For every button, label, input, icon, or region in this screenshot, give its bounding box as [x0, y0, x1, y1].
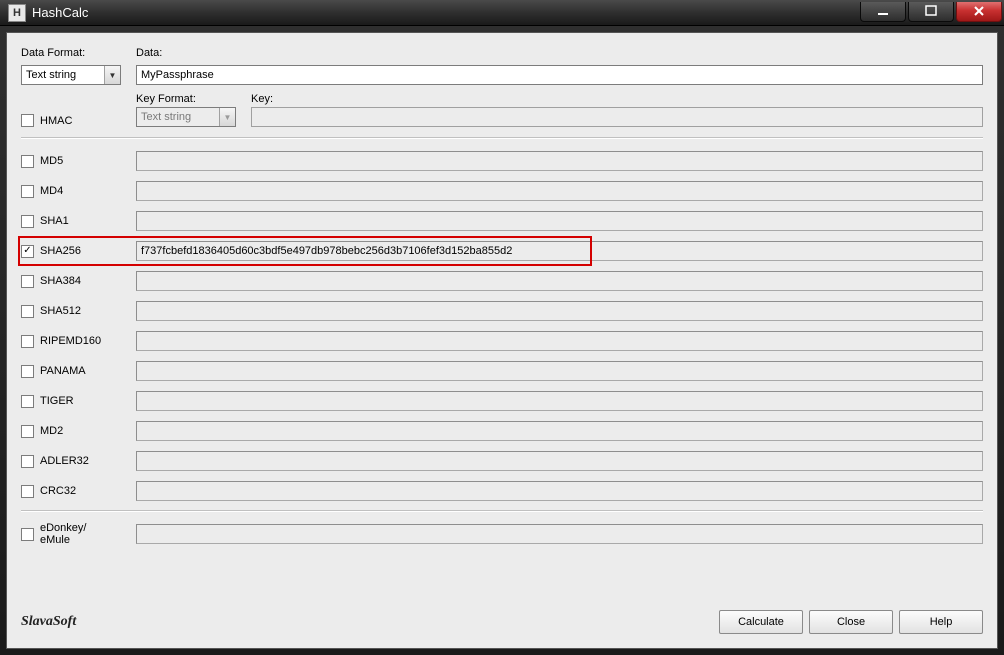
- hash-row: CRC32: [21, 476, 983, 506]
- maximize-icon: [925, 5, 937, 17]
- key-format-value: Text string: [137, 111, 219, 123]
- hash-row: MD2: [21, 416, 983, 446]
- data-label: Data:: [136, 47, 983, 59]
- calculate-button[interactable]: Calculate: [719, 610, 803, 634]
- hash-row: TIGER: [21, 386, 983, 416]
- brand-label: SlavaSoft: [21, 614, 76, 630]
- hash-checkbox-sha1[interactable]: [21, 215, 34, 228]
- window-title: HashCalc: [32, 5, 858, 20]
- hash-checkbox-md4[interactable]: [21, 185, 34, 198]
- data-format-label: Data Format:: [21, 47, 136, 59]
- hash-label: MD5: [40, 155, 63, 167]
- hash-value-sha512: [136, 301, 983, 321]
- hash-label: MD2: [40, 425, 63, 437]
- minimize-button[interactable]: [860, 2, 906, 22]
- hash-row: SHA512: [21, 296, 983, 326]
- hash-label: TIGER: [40, 395, 74, 407]
- close-window-button[interactable]: [956, 2, 1002, 22]
- hash-value-crc32: [136, 481, 983, 501]
- key-format-combo: Text string ▼: [136, 107, 236, 127]
- hash-row: MD5: [21, 146, 983, 176]
- hash-checkbox-sha512[interactable]: [21, 305, 34, 318]
- app-icon: H: [8, 4, 26, 22]
- chevron-down-icon: ▼: [219, 108, 235, 126]
- hash-label: RIPEMD160: [40, 335, 101, 347]
- hash-row: SHA1: [21, 206, 983, 236]
- key-input: [251, 107, 983, 127]
- close-button[interactable]: Close: [809, 610, 893, 634]
- hash-value-tiger: [136, 391, 983, 411]
- hash-label: MD4: [40, 185, 63, 197]
- hash-row: RIPEMD160: [21, 326, 983, 356]
- hash-value-sha256: f737fcbefd1836405d60c3bdf5e497db978bebc2…: [136, 241, 983, 261]
- hash-value-md4: [136, 181, 983, 201]
- hash-row: ADLER32: [21, 446, 983, 476]
- hash-value-sha1: [136, 211, 983, 231]
- hash-value-md2: [136, 421, 983, 441]
- hash-checkbox-crc32[interactable]: [21, 485, 34, 498]
- hash-label: PANAMA: [40, 365, 86, 377]
- separator: [21, 510, 983, 511]
- chevron-down-icon: ▼: [104, 66, 120, 84]
- hash-checkbox-ripemd160[interactable]: [21, 335, 34, 348]
- hmac-label: HMAC: [40, 115, 72, 127]
- hash-value-md5: [136, 151, 983, 171]
- hash-value-panama: [136, 361, 983, 381]
- help-button[interactable]: Help: [899, 610, 983, 634]
- hash-row: ✓ SHA256 f737fcbefd1836405d60c3bdf5e497db9…: [21, 236, 983, 266]
- hash-checkbox-md2[interactable]: [21, 425, 34, 438]
- hash-label: SHA384: [40, 275, 81, 287]
- titlebar: H HashCalc: [0, 0, 1004, 26]
- hash-list: MD5 MD4 SHA1 ✓ SHA256 f737fcbefd1836405d60c3b…: [21, 146, 983, 506]
- edonkey-checkbox[interactable]: [21, 528, 34, 541]
- key-label: Key:: [251, 93, 983, 105]
- hash-row: PANAMA: [21, 356, 983, 386]
- data-format-value: Text string: [22, 69, 104, 81]
- hash-checkbox-sha256[interactable]: ✓: [21, 245, 34, 258]
- hash-value-adler32: [136, 451, 983, 471]
- hash-checkbox-panama[interactable]: [21, 365, 34, 378]
- hash-checkbox-sha384[interactable]: [21, 275, 34, 288]
- hmac-checkbox[interactable]: [21, 114, 34, 127]
- data-input[interactable]: MyPassphrase: [136, 65, 983, 85]
- hash-label: SHA256: [40, 245, 81, 257]
- close-icon: [973, 5, 985, 17]
- hash-label: CRC32: [40, 485, 76, 497]
- hash-row: SHA384: [21, 266, 983, 296]
- minimize-icon: [877, 5, 889, 17]
- client-area: Data Format: Data: Text string ▼ MyPassp…: [6, 32, 998, 649]
- hash-checkbox-tiger[interactable]: [21, 395, 34, 408]
- data-format-combo[interactable]: Text string ▼: [21, 65, 121, 85]
- hash-checkbox-md5[interactable]: [21, 155, 34, 168]
- maximize-button[interactable]: [908, 2, 954, 22]
- hash-label: ADLER32: [40, 455, 89, 467]
- hash-label: SHA512: [40, 305, 81, 317]
- hash-row: MD4: [21, 176, 983, 206]
- edonkey-value: [136, 524, 983, 544]
- hash-value-ripemd160: [136, 331, 983, 351]
- hash-value-sha384: [136, 271, 983, 291]
- hash-checkbox-adler32[interactable]: [21, 455, 34, 468]
- key-format-label: Key Format:: [136, 93, 251, 105]
- edonkey-label: eDonkey/ eMule: [40, 522, 86, 546]
- hash-label: SHA1: [40, 215, 69, 227]
